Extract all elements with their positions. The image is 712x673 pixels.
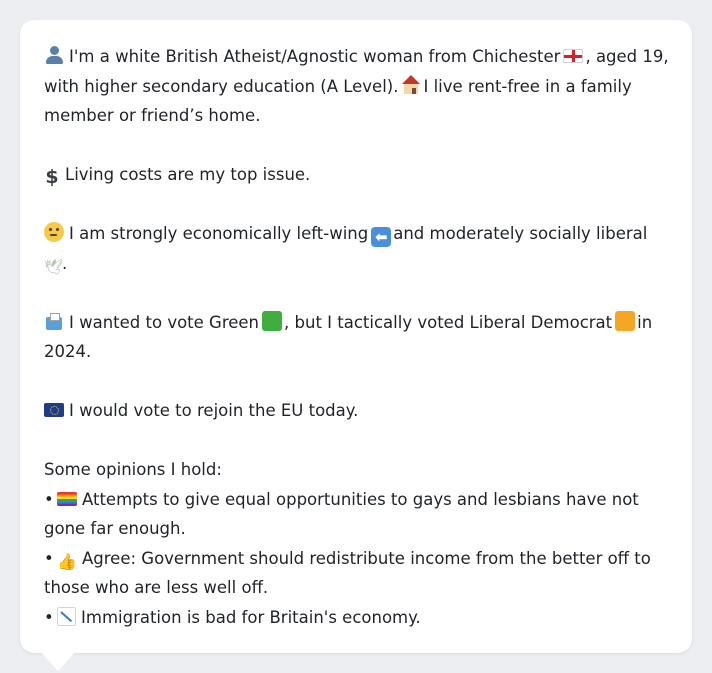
opinions-paragraph: Some opinions I hold: • Attempts to give … bbox=[44, 455, 668, 632]
dove-icon: 🕊 bbox=[44, 257, 64, 276]
intro-text: with higher secondary education (A Level… bbox=[44, 76, 399, 96]
dollar-icon: $ bbox=[45, 166, 59, 188]
rainbow-flag-icon bbox=[57, 491, 77, 506]
opinion-text: gone far enough. bbox=[44, 519, 186, 538]
person-icon bbox=[44, 45, 64, 65]
bullet: • bbox=[44, 607, 54, 627]
orange-square-icon bbox=[615, 310, 636, 331]
opinion-item: • 👍 Agree: Government should redistribute … bbox=[44, 544, 668, 574]
opinion-text: those who are less well off. bbox=[44, 578, 269, 597]
profile-card: I'm a white British Atheist/Agnostic wom… bbox=[20, 20, 692, 653]
opinion-item: • Immigration is bad for Britain's econom… bbox=[44, 603, 668, 633]
ideology-line: I am strongly economically left-wing ⬅ and… bbox=[44, 219, 668, 249]
vote-line: I wanted to vote Green , but I tactically… bbox=[44, 308, 668, 338]
opinion-item-continuation: those who are less well off. bbox=[44, 573, 668, 603]
issue-line: $ Living costs are my top issue. bbox=[44, 160, 668, 190]
opinion-item-continuation: gone far enough. bbox=[44, 514, 668, 544]
issue-text: Living costs are my top issue. bbox=[65, 165, 311, 184]
vote-text: , but I tactically voted Liberal Democra… bbox=[284, 312, 613, 332]
bullet: • bbox=[44, 548, 54, 568]
green-square-icon bbox=[262, 310, 283, 331]
flag-england-icon bbox=[563, 49, 584, 63]
thinking-face-icon bbox=[44, 222, 64, 242]
eu-line: I would vote to rejoin the EU today. bbox=[44, 396, 668, 426]
vote-line: 2024. bbox=[44, 337, 668, 367]
opinion-text: Agree: Government should redistribute in… bbox=[82, 548, 651, 568]
ideology-text: and moderately socially liberal bbox=[393, 224, 648, 243]
ideology-text: I am strongly economically left-wing bbox=[69, 224, 369, 243]
intro-line: member or friend’s home. bbox=[44, 101, 668, 131]
bullet: • bbox=[44, 489, 54, 509]
ideology-paragraph: I am strongly economically left-wing ⬅ and… bbox=[44, 219, 668, 278]
intro-text: , aged 19, bbox=[585, 47, 669, 66]
eu-flag-icon bbox=[44, 403, 64, 417]
speech-bubble-tail bbox=[40, 651, 76, 671]
intro-paragraph: I'm a white British Atheist/Agnostic wom… bbox=[44, 42, 669, 131]
opinion-text: Immigration is bad for Britain's economy… bbox=[81, 607, 421, 627]
eu-paragraph: I would vote to rejoin the EU today. bbox=[44, 396, 668, 426]
ideology-text: . bbox=[62, 253, 68, 273]
vote-text: 2024. bbox=[44, 342, 92, 361]
left-arrow-icon: ⬅ bbox=[371, 227, 392, 247]
opinions-heading: Some opinions I hold: bbox=[44, 460, 222, 479]
issue-paragraph: $ Living costs are my top issue. bbox=[44, 160, 668, 190]
house-icon bbox=[401, 74, 421, 95]
vote-text: in bbox=[637, 312, 653, 332]
intro-line: with higher secondary education (A Level… bbox=[44, 72, 668, 102]
intro-line: I'm a white British Atheist/Agnostic wom… bbox=[44, 42, 669, 72]
opinion-text: Attempts to give equal opportunities to … bbox=[82, 489, 639, 509]
intro-text: I'm a white British Atheist/Agnostic wom… bbox=[69, 47, 561, 66]
intro-text: I live rent-free in a family bbox=[423, 76, 632, 96]
ideology-line: 🕊. bbox=[44, 249, 668, 279]
intro-text: member or friend’s home. bbox=[44, 106, 261, 125]
vote-paragraph: I wanted to vote Green , but I tactically… bbox=[44, 308, 668, 367]
thumbs-up-icon: 👍 bbox=[57, 551, 77, 571]
ballot-box-icon bbox=[44, 311, 64, 331]
vote-text: I wanted to vote Green bbox=[69, 312, 260, 332]
eu-text: I would vote to rejoin the EU today. bbox=[69, 401, 359, 420]
opinion-item: • Attempts to give equal opportunities to… bbox=[44, 485, 668, 515]
chart-down-icon bbox=[57, 606, 76, 626]
